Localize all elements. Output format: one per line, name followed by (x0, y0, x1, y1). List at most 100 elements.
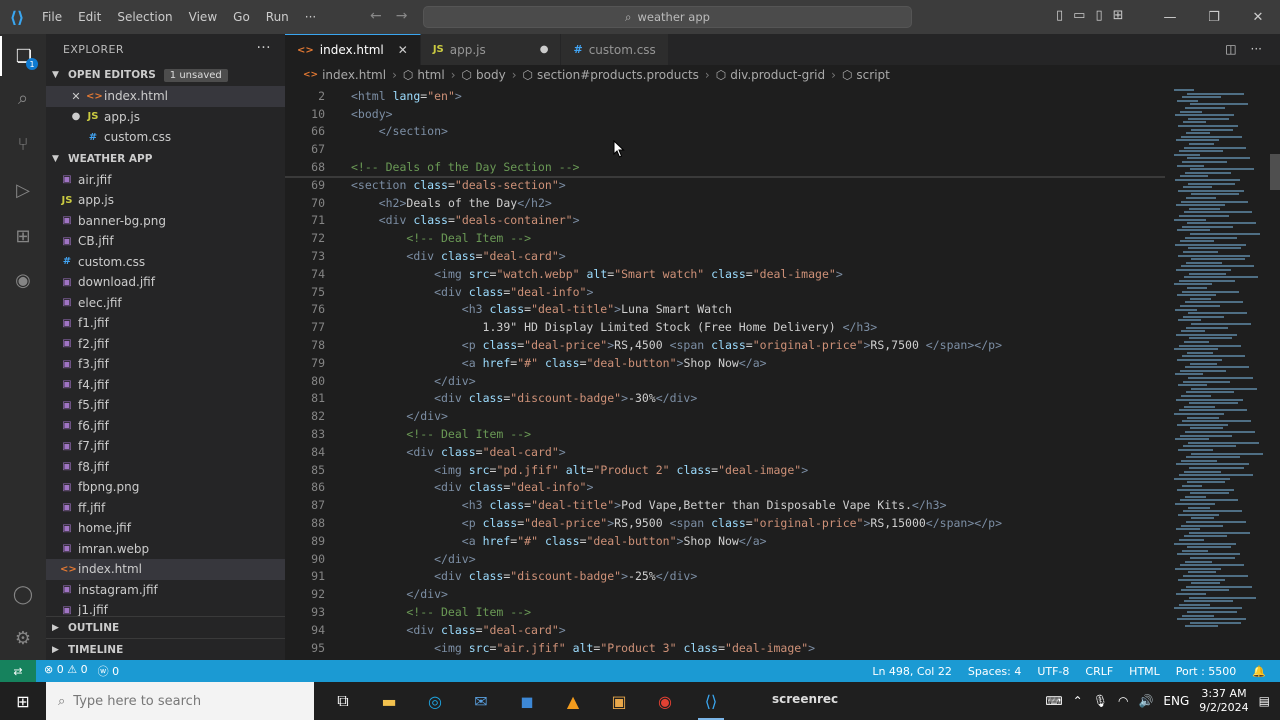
windows-start-icon[interactable]: ⊞ (0, 682, 46, 720)
file-tree-item[interactable]: ▣ fbpng.png (46, 477, 285, 498)
more-actions-icon[interactable]: ··· (256, 40, 271, 56)
problems-count[interactable]: ⊗ 0 ⚠ 0 (44, 663, 88, 679)
back-arrow-icon[interactable]: ← (370, 8, 382, 24)
settings-gear-icon[interactable]: ⚙ (0, 618, 46, 658)
code-line[interactable]: 77 1.39" HD Display Limited Stock (Free … (285, 318, 1170, 336)
split-editor-icon[interactable]: ◫ (1225, 42, 1236, 56)
unsaved-dot-icon[interactable]: ● (540, 44, 549, 55)
menu-go[interactable]: Go (225, 10, 258, 24)
file-tree-item[interactable]: ▣ imran.webp (46, 539, 285, 560)
breadcrumb-item[interactable]: body (476, 68, 506, 82)
file-tree-item[interactable]: <> index.html (46, 559, 285, 580)
code-line[interactable]: 86 <div class="deal-info"> (285, 479, 1170, 497)
code-line[interactable]: 74 <img src="watch.webp" alt="Smart watc… (285, 265, 1170, 283)
toggle-sidebar-icon[interactable]: ▯ (1056, 8, 1063, 23)
code-line[interactable]: 89 <a href="#" class="deal-button">Shop … (285, 532, 1170, 550)
app-icon[interactable]: ▣ (596, 682, 642, 720)
chrome-icon[interactable]: ◉ (642, 682, 688, 720)
remote-explorer-icon[interactable]: ◉ (0, 260, 46, 300)
folder-section[interactable]: ▼ WEATHER APP (46, 148, 285, 170)
command-center-search[interactable]: ⌕ weather app (423, 6, 912, 28)
code-line[interactable]: 68 <!-- Deals of the Day Section --> (285, 158, 1170, 176)
code-line[interactable]: 85 <img src="pd.jfif" alt="Product 2" cl… (285, 461, 1170, 479)
unsaved-dot-icon[interactable]: ● (70, 111, 82, 122)
code-line[interactable]: 84 <div class="deal-card"> (285, 443, 1170, 461)
file-tree-item[interactable]: ▣ instagram.jfif (46, 580, 285, 601)
file-tree-item[interactable]: JS app.js (46, 190, 285, 211)
timeline-section[interactable]: ▶ TIMELINE (46, 638, 285, 660)
customize-layout-icon[interactable]: ⊞ (1113, 8, 1124, 23)
menu-more[interactable]: ··· (297, 10, 324, 24)
code-line[interactable]: 81 <div class="discount-badge">-30%</div… (285, 390, 1170, 408)
code-editor[interactable]: 2 <html lang="en"> 10 <body> 66 </section> 67… (285, 87, 1170, 660)
menu-run[interactable]: Run (258, 10, 297, 24)
run-debug-icon[interactable]: ▷ (0, 170, 46, 210)
file-tree-item[interactable]: ▣ download.jfif (46, 272, 285, 293)
code-line[interactable]: 73 <div class="deal-card"> (285, 247, 1170, 265)
code-line[interactable]: 91 <div class="discount-badge">-25%</div… (285, 568, 1170, 586)
code-line[interactable]: 76 <h3 class="deal-title">Luna Smart Wat… (285, 301, 1170, 319)
file-tree-item[interactable]: ▣ f8.jfif (46, 457, 285, 478)
explorer-icon[interactable]: ❏ 1 (0, 36, 46, 76)
keyboard-icon[interactable]: ⌨ (1045, 694, 1062, 708)
file-tree-item[interactable]: ▣ CB.jfif (46, 231, 285, 252)
remote-indicator-icon[interactable]: ⇄ (0, 660, 36, 682)
lang-indicator[interactable]: ENG (1163, 694, 1189, 708)
breadcrumb-item[interactable]: div.product-grid (730, 68, 825, 82)
code-line[interactable]: 78 <p class="deal-price">RS,4500 <span c… (285, 336, 1170, 354)
toggle-panel-icon[interactable]: ▭ (1073, 8, 1085, 23)
task-view-icon[interactable]: ⧉ (320, 682, 366, 720)
code-line[interactable]: 79 <a href="#" class="deal-button">Shop … (285, 354, 1170, 372)
chevron-up-icon[interactable]: ⌃ (1073, 694, 1083, 708)
notifications-bell-icon[interactable]: 🔔 (1252, 665, 1266, 678)
file-tree-item[interactable]: ▣ banner-bg.png (46, 211, 285, 232)
file-tree-item[interactable]: # custom.css (46, 252, 285, 273)
account-icon[interactable]: ◯ (0, 574, 46, 614)
wifi-icon[interactable]: ◠ (1118, 694, 1128, 708)
breadcrumb-item[interactable]: html (417, 68, 444, 82)
indentation[interactable]: Spaces: 4 (968, 665, 1021, 678)
code-line[interactable]: 94 <div class="deal-card"> (285, 621, 1170, 639)
breadcrumb-item[interactable]: section#products.products (537, 68, 699, 82)
tab-index-html[interactable]: <> index.html ✕ (285, 34, 421, 65)
file-tree-item[interactable]: ▣ f6.jfif (46, 416, 285, 437)
encoding[interactable]: UTF-8 (1037, 665, 1069, 678)
menu-selection[interactable]: Selection (109, 10, 180, 24)
source-control-icon[interactable]: ⑂ (0, 124, 46, 164)
tab-custom-css[interactable]: # custom.css (561, 34, 669, 65)
tab-app-js[interactable]: JS app.js ● (420, 34, 562, 65)
volume-icon[interactable]: 🔊 (1138, 694, 1153, 708)
code-line[interactable]: 87 <h3 class="deal-title">Pod Vape,Bette… (285, 496, 1170, 514)
minimize-icon[interactable]: — (1148, 0, 1192, 34)
file-explorer-icon[interactable]: ▬ (366, 682, 412, 720)
vlc-icon[interactable]: ▲ (550, 682, 596, 720)
code-line[interactable]: 80 </div> (285, 372, 1170, 390)
file-tree-item[interactable]: ▣ air.jfif (46, 170, 285, 191)
cursor-position[interactable]: Ln 498, Col 22 (872, 665, 952, 678)
code-line[interactable]: 69 <section class="deals-section"> (285, 176, 1170, 194)
code-line[interactable]: 71 <div class="deals-container"> (285, 212, 1170, 230)
notification-center-icon[interactable]: ▤ (1259, 694, 1270, 708)
close-icon[interactable]: ✕ (70, 90, 82, 103)
file-tree-item[interactable]: ▣ f7.jfif (46, 436, 285, 457)
ports-count[interactable]: ⓦ 0 (98, 663, 120, 679)
code-line[interactable]: 72 <!-- Deal Item --> (285, 229, 1170, 247)
edge-browser-icon[interactable]: ◎ (412, 682, 458, 720)
minimap[interactable] (1170, 87, 1270, 660)
file-tree-item[interactable]: ▣ f1.jfif (46, 313, 285, 334)
restore-icon[interactable]: ❐ (1192, 0, 1236, 34)
live-server-port[interactable]: Port : 5500 (1176, 665, 1237, 678)
forward-arrow-icon[interactable]: → (396, 8, 408, 24)
outline-section[interactable]: ▶ OUTLINE (46, 616, 285, 638)
code-line[interactable]: 82 </div> (285, 407, 1170, 425)
line-ending[interactable]: CRLF (1085, 665, 1113, 678)
menu-view[interactable]: View (181, 10, 225, 24)
code-line[interactable]: 66 </section> (285, 122, 1170, 141)
more-actions-icon[interactable]: ··· (1251, 42, 1262, 56)
breadcrumb-item[interactable]: index.html (322, 68, 386, 82)
clock[interactable]: 3:37 AM 9/2/2024 (1199, 687, 1248, 715)
mail-icon[interactable]: ✉ (458, 682, 504, 720)
code-line[interactable]: 90 </div> (285, 550, 1170, 568)
code-line[interactable]: 2 <html lang="en"> (285, 87, 1170, 105)
open-editors-section[interactable]: ▼ OPEN EDITORS 1 unsaved (46, 64, 285, 86)
